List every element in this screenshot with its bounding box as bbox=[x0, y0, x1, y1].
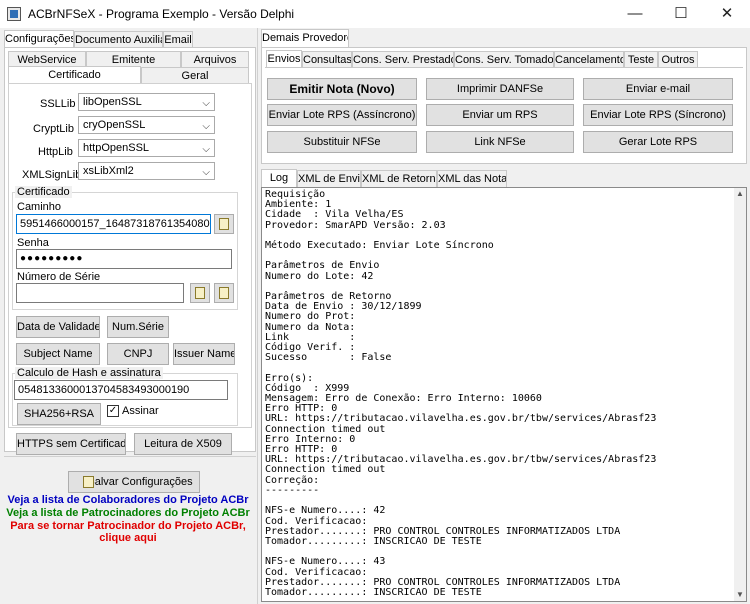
salvar-configuracoes-button[interactable]: Salvar Configurações bbox=[68, 471, 200, 493]
maximize-button[interactable]: ☐ bbox=[658, 0, 704, 28]
cryptlib-value: cryOpenSSL bbox=[83, 119, 146, 131]
open-file-button[interactable] bbox=[214, 214, 234, 234]
salvar-label: Salvar Configurações bbox=[87, 476, 193, 488]
enviar-email-button[interactable]: Enviar e-mail bbox=[583, 78, 733, 100]
data-validade-button[interactable]: Data de Validade bbox=[16, 316, 100, 338]
chevron-down-icon: ⌵ bbox=[202, 167, 210, 178]
tab-configuracoes[interactable]: Configurações bbox=[4, 30, 74, 48]
numero-serie-label: Número de Série bbox=[17, 271, 101, 283]
enviar-um-rps-button[interactable]: Enviar um RPS bbox=[426, 104, 574, 126]
tab-log[interactable]: Log bbox=[261, 169, 297, 187]
cryptlib-select[interactable]: cryOpenSSL ⌵ bbox=[78, 116, 215, 134]
log-scrollbar[interactable]: ▲ ▼ bbox=[734, 188, 746, 601]
hash-group-title: Calculo de Hash e assinatura bbox=[15, 367, 163, 379]
splitter[interactable] bbox=[257, 28, 258, 604]
tab-certificado[interactable]: Certificado bbox=[8, 66, 141, 84]
colaboradores-link[interactable]: Veja a lista de Colaboradores do Projeto… bbox=[0, 494, 256, 506]
document-icon bbox=[219, 287, 229, 299]
enviar-lote-async-button[interactable]: Enviar Lote RPS (Assíncrono) bbox=[267, 104, 417, 126]
ssllib-value: libOpenSSL bbox=[83, 96, 142, 108]
title-bar: ACBrNFSeX - Programa Exemplo - Versão De… bbox=[0, 0, 750, 28]
log-textarea[interactable]: Requisição Ambiente: 1 Cidade : Vila Vel… bbox=[261, 187, 747, 602]
tab-xml-notas[interactable]: XML das Notas bbox=[437, 170, 507, 188]
leitura-x509-button[interactable]: Leitura de X509 bbox=[134, 433, 232, 455]
assinar-checkbox[interactable]: ✓ bbox=[107, 405, 119, 417]
issuer-name-button[interactable]: Issuer Name bbox=[173, 343, 235, 365]
minimize-button[interactable]: — bbox=[612, 0, 658, 28]
httplib-value: httpOpenSSL bbox=[83, 142, 150, 154]
patrocinadores-link[interactable]: Veja a lista de Patrocinadores do Projet… bbox=[0, 507, 256, 519]
certificado-group-title: Certificado bbox=[15, 186, 72, 198]
select-cert-button[interactable] bbox=[190, 283, 210, 303]
imprimir-danfse-button[interactable]: Imprimir DANFSe bbox=[426, 78, 574, 100]
cnpj-button[interactable]: CNPJ bbox=[107, 343, 169, 365]
numero-serie-input[interactable] bbox=[16, 283, 184, 303]
caminho-label: Caminho bbox=[17, 201, 62, 213]
scroll-down-icon[interactable]: ▼ bbox=[734, 589, 746, 601]
senha-input[interactable]: ●●●●●●●●● bbox=[16, 249, 232, 269]
document-icon bbox=[195, 287, 205, 299]
chevron-down-icon: ⌵ bbox=[202, 121, 210, 132]
hash-input[interactable]: 05481336000137045834930001​90 bbox=[14, 380, 228, 400]
folder-icon bbox=[219, 218, 229, 230]
subject-name-button[interactable]: Subject Name bbox=[16, 343, 100, 365]
tornar-patrocinador-link[interactable]: Para se tornar Patrocinador do Projeto A… bbox=[0, 520, 256, 532]
xmlsignlib-label: XMLSignLib bbox=[22, 169, 82, 181]
cryptlib-label: CryptLib bbox=[33, 123, 74, 135]
httplib-label: HttpLib bbox=[38, 146, 73, 158]
xmlsignlib-select[interactable]: xsLibXml2 ⌵ bbox=[78, 162, 215, 180]
window-title: ACBrNFSeX - Programa Exemplo - Versão De… bbox=[28, 7, 295, 21]
scroll-up-icon[interactable]: ▲ bbox=[734, 188, 746, 200]
senha-label: Senha bbox=[17, 237, 49, 249]
ssllib-select[interactable]: libOpenSSL ⌵ bbox=[78, 93, 215, 111]
chevron-down-icon: ⌵ bbox=[202, 144, 210, 155]
app-icon bbox=[7, 7, 21, 21]
divider bbox=[4, 456, 256, 457]
caminho-input[interactable]: 5951466000157_1648731876135408000.pfx bbox=[16, 214, 211, 234]
num-serie-button[interactable]: Num.Série bbox=[107, 316, 169, 338]
select-cert-list-button[interactable] bbox=[214, 283, 234, 303]
substituir-nfse-button[interactable]: Substituir NFSe bbox=[267, 131, 417, 153]
tab-envios[interactable]: Envios bbox=[266, 50, 302, 68]
httplib-select[interactable]: httpOpenSSL ⌵ bbox=[78, 139, 215, 157]
clique-aqui-link[interactable]: clique aqui bbox=[0, 532, 256, 544]
chevron-down-icon: ⌵ bbox=[202, 98, 210, 109]
tab-xml-retorno[interactable]: XML de Retorno bbox=[361, 170, 437, 188]
tab-xml-envio[interactable]: XML de Envio bbox=[297, 170, 361, 188]
emitir-nota-button[interactable]: Emitir Nota (Novo) bbox=[267, 78, 417, 100]
save-icon bbox=[83, 476, 94, 488]
close-button[interactable]: ✕ bbox=[704, 0, 750, 28]
ssllib-label: SSLLib bbox=[40, 98, 76, 110]
https-sem-certificado-button[interactable]: HTTPS sem Certificado bbox=[16, 433, 126, 455]
assinar-label: Assinar bbox=[122, 405, 159, 417]
enviar-lote-sync-button[interactable]: Enviar Lote RPS (Síncrono) bbox=[583, 104, 733, 126]
link-nfse-button[interactable]: Link NFSe bbox=[426, 131, 574, 153]
xmlsignlib-value: xsLibXml2 bbox=[83, 165, 134, 177]
log-content: Requisição Ambiente: 1 Cidade : Vila Vel… bbox=[265, 189, 657, 598]
gerar-lote-rps-button[interactable]: Gerar Lote RPS bbox=[583, 131, 733, 153]
tab-demais-provedores[interactable]: Demais Provedores bbox=[261, 29, 349, 48]
sha256-rsa-button[interactable]: SHA256+RSA bbox=[17, 403, 101, 425]
